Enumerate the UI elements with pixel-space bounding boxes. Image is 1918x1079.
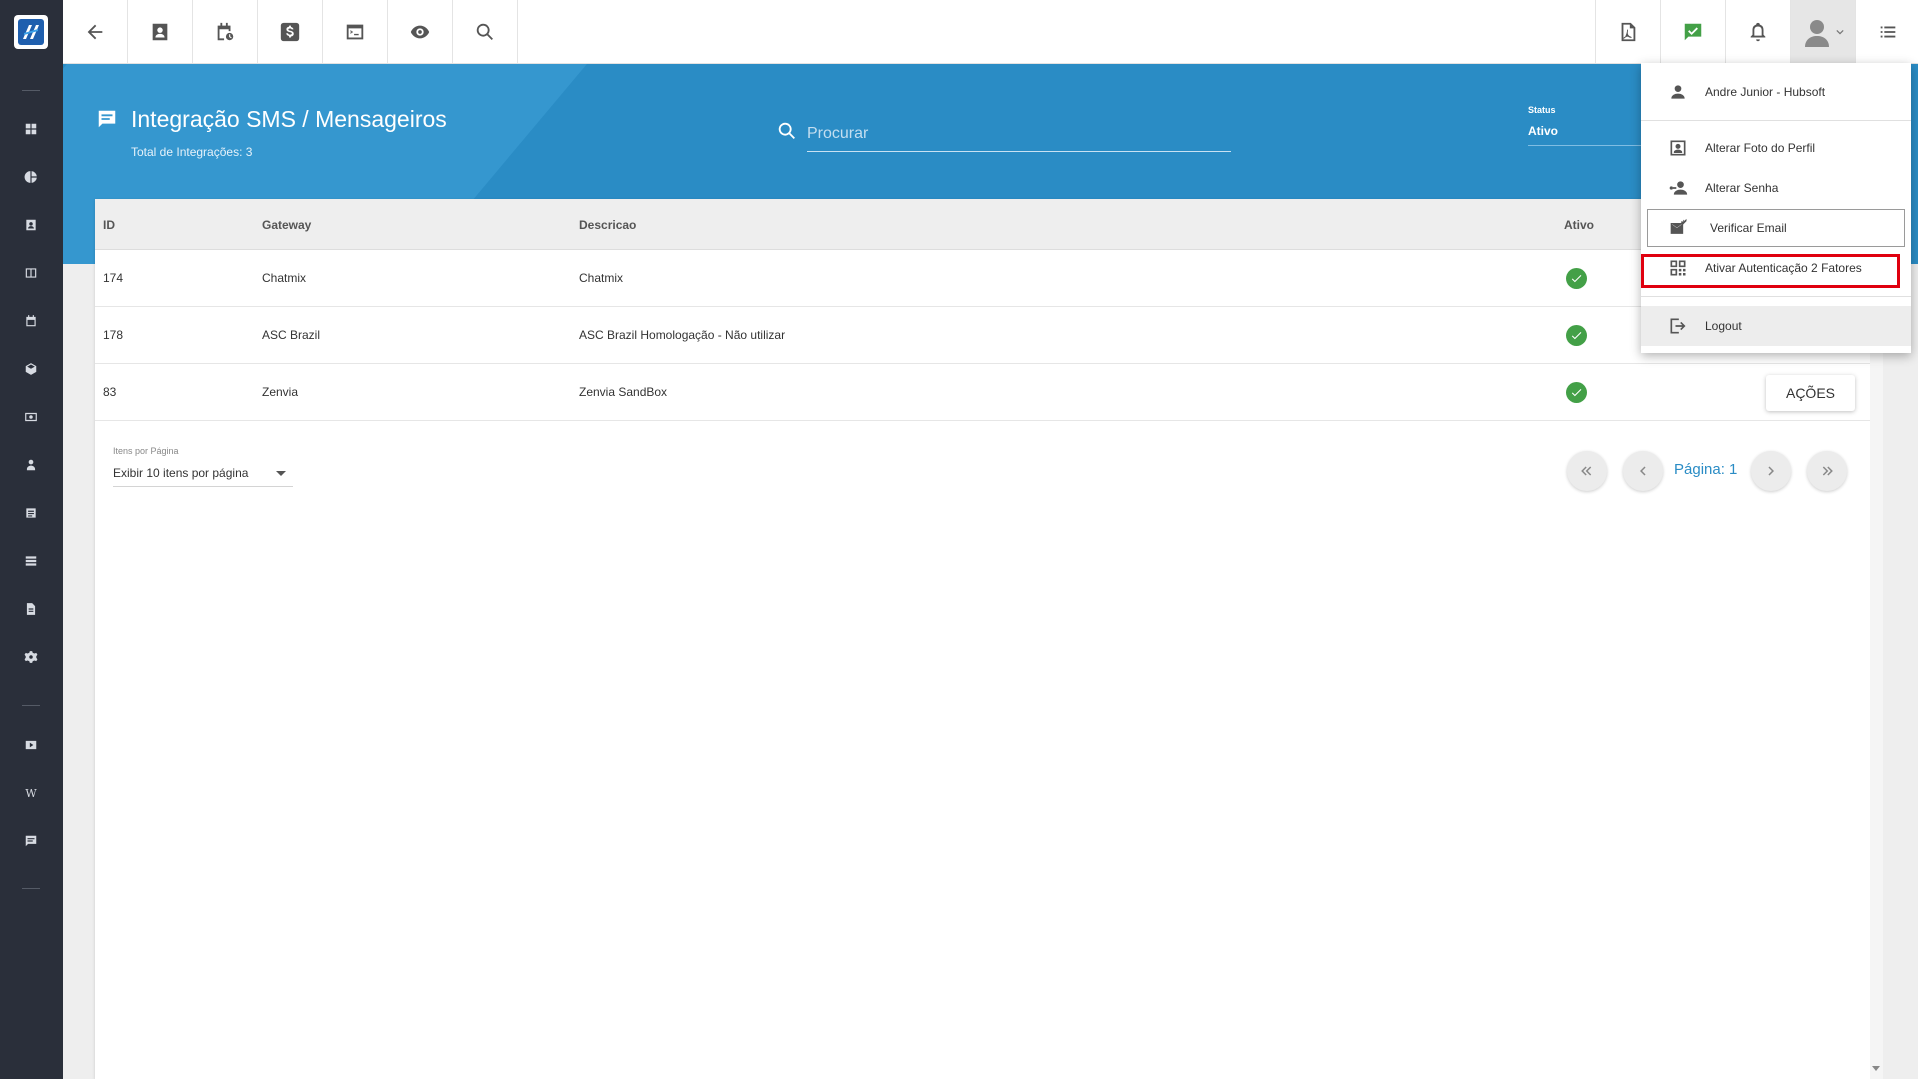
cell-descricao: Chatmix (579, 271, 624, 285)
dashboard-icon[interactable] (22, 120, 40, 138)
change-password-label: Alterar Senha (1705, 181, 1779, 195)
sidebar-divider (22, 888, 40, 889)
change-password-item[interactable]: Alterar Senha (1641, 169, 1911, 207)
message-icon (96, 108, 118, 130)
actions-button[interactable]: AÇÕES (1766, 375, 1855, 411)
per-page-value: Exibir 10 itens por página (113, 466, 249, 480)
cash-icon[interactable] (22, 408, 40, 426)
contact-icon[interactable] (22, 216, 40, 234)
active-check-icon (1566, 325, 1587, 346)
menu-divider (1641, 296, 1911, 297)
cell-gateway: Zenvia (262, 385, 299, 399)
page-title: Integração SMS / Mensageiros (131, 106, 447, 132)
search-icon (776, 120, 798, 142)
verify-email-label: Verificar Email (1710, 221, 1787, 235)
sidebar-divider (22, 705, 40, 706)
column-header-gateway[interactable]: Gateway (262, 218, 311, 232)
highlight-box (1641, 254, 1900, 288)
chevron-left-icon (1640, 466, 1646, 476)
eye-icon[interactable] (388, 0, 453, 63)
double-chevron-right-icon (1822, 466, 1833, 476)
current-page-label: Página: 1 (1674, 461, 1738, 478)
app-logo[interactable] (14, 15, 48, 49)
menu-divider (1641, 120, 1911, 121)
logout-item[interactable]: Logout (1641, 306, 1911, 346)
page-scrollbar[interactable] (1870, 264, 1883, 1079)
user-name: Andre Junior - Hubsoft (1705, 85, 1826, 99)
terminal-icon[interactable] (323, 0, 388, 63)
left-sidebar: W (0, 0, 63, 1079)
book-icon[interactable] (22, 264, 40, 282)
status-filter-select[interactable]: Ativo (1528, 124, 1643, 146)
cube-icon[interactable] (22, 360, 40, 378)
portrait-icon (1667, 137, 1689, 159)
active-check-icon (1566, 382, 1587, 403)
search-input[interactable] (807, 116, 1231, 152)
change-photo-label: Alterar Foto do Perfil (1705, 141, 1816, 155)
user-menu-dropdown: Andre Junior - Hubsoft Alterar Foto do P… (1641, 63, 1911, 353)
list-icon[interactable] (22, 504, 40, 522)
double-chevron-left-icon (1581, 466, 1592, 476)
sidebar-divider (22, 90, 40, 91)
contact-card-icon[interactable] (128, 0, 193, 63)
cell-descricao: Zenvia SandBox (579, 385, 668, 399)
chevron-right-icon (1768, 466, 1774, 476)
cell-gateway: ASC Brazil (262, 328, 321, 342)
search-icon[interactable] (453, 0, 518, 63)
integrations-count: Total de Integrações: 3 (131, 145, 253, 159)
pie-chart-icon[interactable] (22, 168, 40, 186)
table-row[interactable]: 83 Zenvia Zenvia SandBox AÇÕES (95, 364, 1870, 421)
cell-id: 178 (103, 328, 124, 342)
wiki-letter: W (25, 786, 37, 800)
person-icon (1667, 81, 1689, 103)
scroll-down-arrow-icon[interactable] (1872, 1066, 1880, 1071)
cell-id: 174 (103, 271, 124, 285)
user-name-item: Andre Junior - Hubsoft (1641, 71, 1911, 113)
status-filter-label: Status (1528, 105, 1556, 115)
table-header: ID Gateway Descricao Ativo (95, 199, 1870, 250)
file-icon[interactable] (22, 600, 40, 618)
table-row[interactable]: 174 Chatmix Chatmix (95, 250, 1870, 307)
bell-icon[interactable] (1725, 0, 1790, 63)
chevron-down-icon (1836, 29, 1844, 34)
video-icon[interactable] (22, 736, 40, 754)
wiki-icon[interactable]: W (22, 784, 40, 802)
pdf-icon[interactable] (1595, 0, 1660, 63)
server-icon[interactable] (22, 552, 40, 570)
first-page-button[interactable] (1567, 451, 1607, 491)
chat-check-icon[interactable] (1660, 0, 1725, 63)
column-header-ativo[interactable]: Ativo (1564, 218, 1594, 232)
verify-email-item[interactable]: Verificar Email (1647, 209, 1905, 247)
dropdown-arrow-icon (276, 471, 286, 476)
user-location-icon[interactable] (22, 456, 40, 474)
column-header-descricao[interactable]: Descricao (579, 218, 636, 232)
per-page-select[interactable]: Exibir 10 itens por página (113, 461, 293, 487)
gear-icon[interactable] (22, 648, 40, 666)
dollar-icon[interactable] (258, 0, 323, 63)
back-arrow-icon[interactable] (63, 0, 128, 63)
user-avatar-icon[interactable] (1790, 0, 1855, 63)
message-icon[interactable] (22, 832, 40, 850)
cell-descricao: ASC Brazil Homologação - Não utilizar (579, 328, 786, 342)
previous-page-button[interactable] (1623, 451, 1663, 491)
list-icon[interactable] (1855, 0, 1918, 63)
logout-icon (1667, 315, 1689, 337)
table-row[interactable]: 178 ASC Brazil ASC Brazil Homologação - … (95, 307, 1870, 364)
next-page-button[interactable] (1751, 451, 1791, 491)
change-photo-item[interactable]: Alterar Foto do Perfil (1641, 129, 1911, 167)
active-check-icon (1566, 268, 1587, 289)
key-person-icon (1667, 177, 1689, 199)
top-toolbar (63, 0, 1918, 64)
last-page-button[interactable] (1807, 451, 1847, 491)
calendar-icon[interactable] (22, 312, 40, 330)
cell-gateway: Chatmix (262, 271, 307, 285)
logo-icon (18, 19, 44, 45)
logout-label: Logout (1705, 319, 1742, 333)
email-check-icon (1668, 217, 1690, 239)
column-header-id[interactable]: ID (103, 218, 115, 232)
per-page-label: Itens por Página (113, 446, 179, 456)
integrations-table-card: ID Gateway Descricao Ativo 174 Chatmix C… (95, 199, 1870, 1079)
cell-id: 83 (103, 385, 117, 399)
calendar-clock-icon[interactable] (193, 0, 258, 63)
